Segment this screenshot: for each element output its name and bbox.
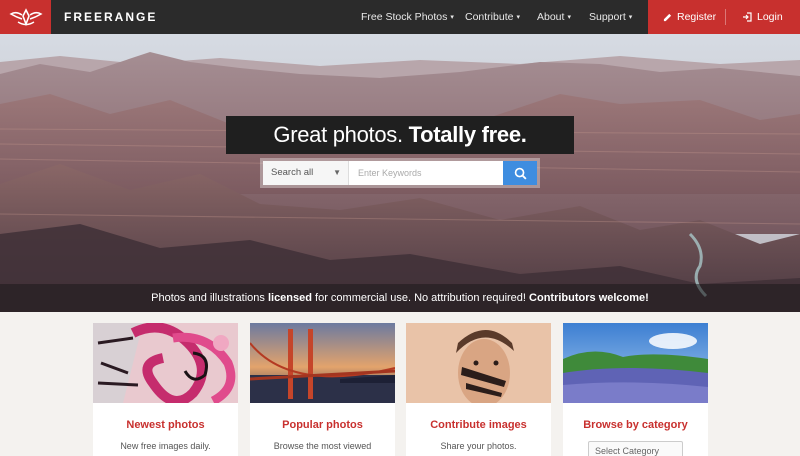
newest-photos-image bbox=[93, 323, 238, 403]
nav-support[interactable]: Support ▾ bbox=[589, 0, 632, 34]
search-inner: Search all ▼ bbox=[263, 161, 537, 185]
card-description: New free images daily. bbox=[120, 441, 211, 451]
search-scope-select[interactable]: Search all ▼ bbox=[263, 161, 349, 185]
search-scope-value: Search all bbox=[271, 167, 314, 178]
card-title[interactable]: Popular photos bbox=[250, 419, 395, 431]
tagline-part1: Photos and illustrations bbox=[151, 292, 268, 304]
nav-label: Contribute bbox=[465, 11, 514, 23]
hero-headline: Great photos. Totally free. bbox=[226, 116, 574, 154]
card-contribute-images[interactable]: Contribute images Share your photos. bbox=[406, 323, 551, 456]
contribute-images-image bbox=[406, 323, 551, 403]
chevron-down-icon: ▾ bbox=[567, 14, 571, 21]
login-link[interactable]: Login bbox=[742, 0, 783, 34]
popular-photos-image bbox=[250, 323, 395, 403]
brand-name[interactable]: FREERANGE bbox=[64, 0, 157, 34]
hero-tagline: Photos and illustrations licensed for co… bbox=[0, 284, 800, 312]
nav-label: Free Stock Photos bbox=[361, 11, 448, 23]
card-description: Share your photos. bbox=[440, 441, 517, 451]
logo-link[interactable] bbox=[0, 0, 51, 34]
freerange-logo-icon bbox=[8, 8, 43, 27]
chevron-down-icon: ▾ bbox=[628, 14, 633, 21]
nav-about[interactable]: About ▾ bbox=[537, 0, 571, 34]
chevron-down-icon: ▾ bbox=[450, 14, 454, 21]
card-newest-photos[interactable]: Newest photos New free images daily. bbox=[93, 323, 238, 456]
card-browse-by-category[interactable]: Browse by category Select Category bbox=[563, 323, 708, 456]
account-area: Register Login bbox=[648, 0, 800, 34]
card-popular-photos[interactable]: Popular photos Browse the most viewed bbox=[250, 323, 395, 456]
top-navigation-bar: FREERANGE Free Stock Photos ▾ Contribute ▾… bbox=[0, 0, 800, 34]
chevron-down-icon: ▾ bbox=[516, 14, 520, 21]
nav-contribute[interactable]: Contribute ▾ bbox=[465, 0, 520, 34]
card-description: Browse the most viewed bbox=[273, 441, 372, 451]
search-icon bbox=[514, 167, 527, 180]
card-title[interactable]: Browse by category bbox=[563, 419, 708, 431]
login-icon bbox=[743, 12, 752, 22]
register-link[interactable]: Register bbox=[663, 0, 716, 34]
nav-label: About bbox=[537, 11, 565, 23]
tagline-part2: for commercial use. No attribution requi… bbox=[311, 292, 530, 304]
pencil-icon bbox=[663, 13, 672, 21]
headline-regular: Great photos. bbox=[273, 122, 403, 147]
register-label: Register bbox=[677, 11, 717, 23]
search-bar: Search all ▼ bbox=[260, 158, 540, 188]
headline-bold: Totally free. bbox=[408, 122, 527, 147]
tagline-licensed: licensed bbox=[267, 292, 312, 304]
nav-free-stock-photos[interactable]: Free Stock Photos ▾ bbox=[361, 0, 454, 34]
divider bbox=[725, 9, 726, 25]
nav-label: Support bbox=[589, 11, 626, 23]
login-label: Login bbox=[757, 11, 783, 23]
chevron-down-icon: ▼ bbox=[333, 168, 341, 177]
browse-category-image bbox=[563, 323, 708, 403]
card-title[interactable]: Newest photos bbox=[93, 419, 238, 431]
tagline-contributors[interactable]: Contributors welcome! bbox=[529, 292, 649, 304]
search-button[interactable] bbox=[503, 161, 537, 185]
hero-banner: Great photos. Totally free. Search all ▼… bbox=[0, 34, 800, 312]
search-input[interactable] bbox=[350, 161, 500, 185]
category-select[interactable]: Select Category bbox=[588, 441, 683, 456]
card-title[interactable]: Contribute images bbox=[406, 419, 551, 431]
